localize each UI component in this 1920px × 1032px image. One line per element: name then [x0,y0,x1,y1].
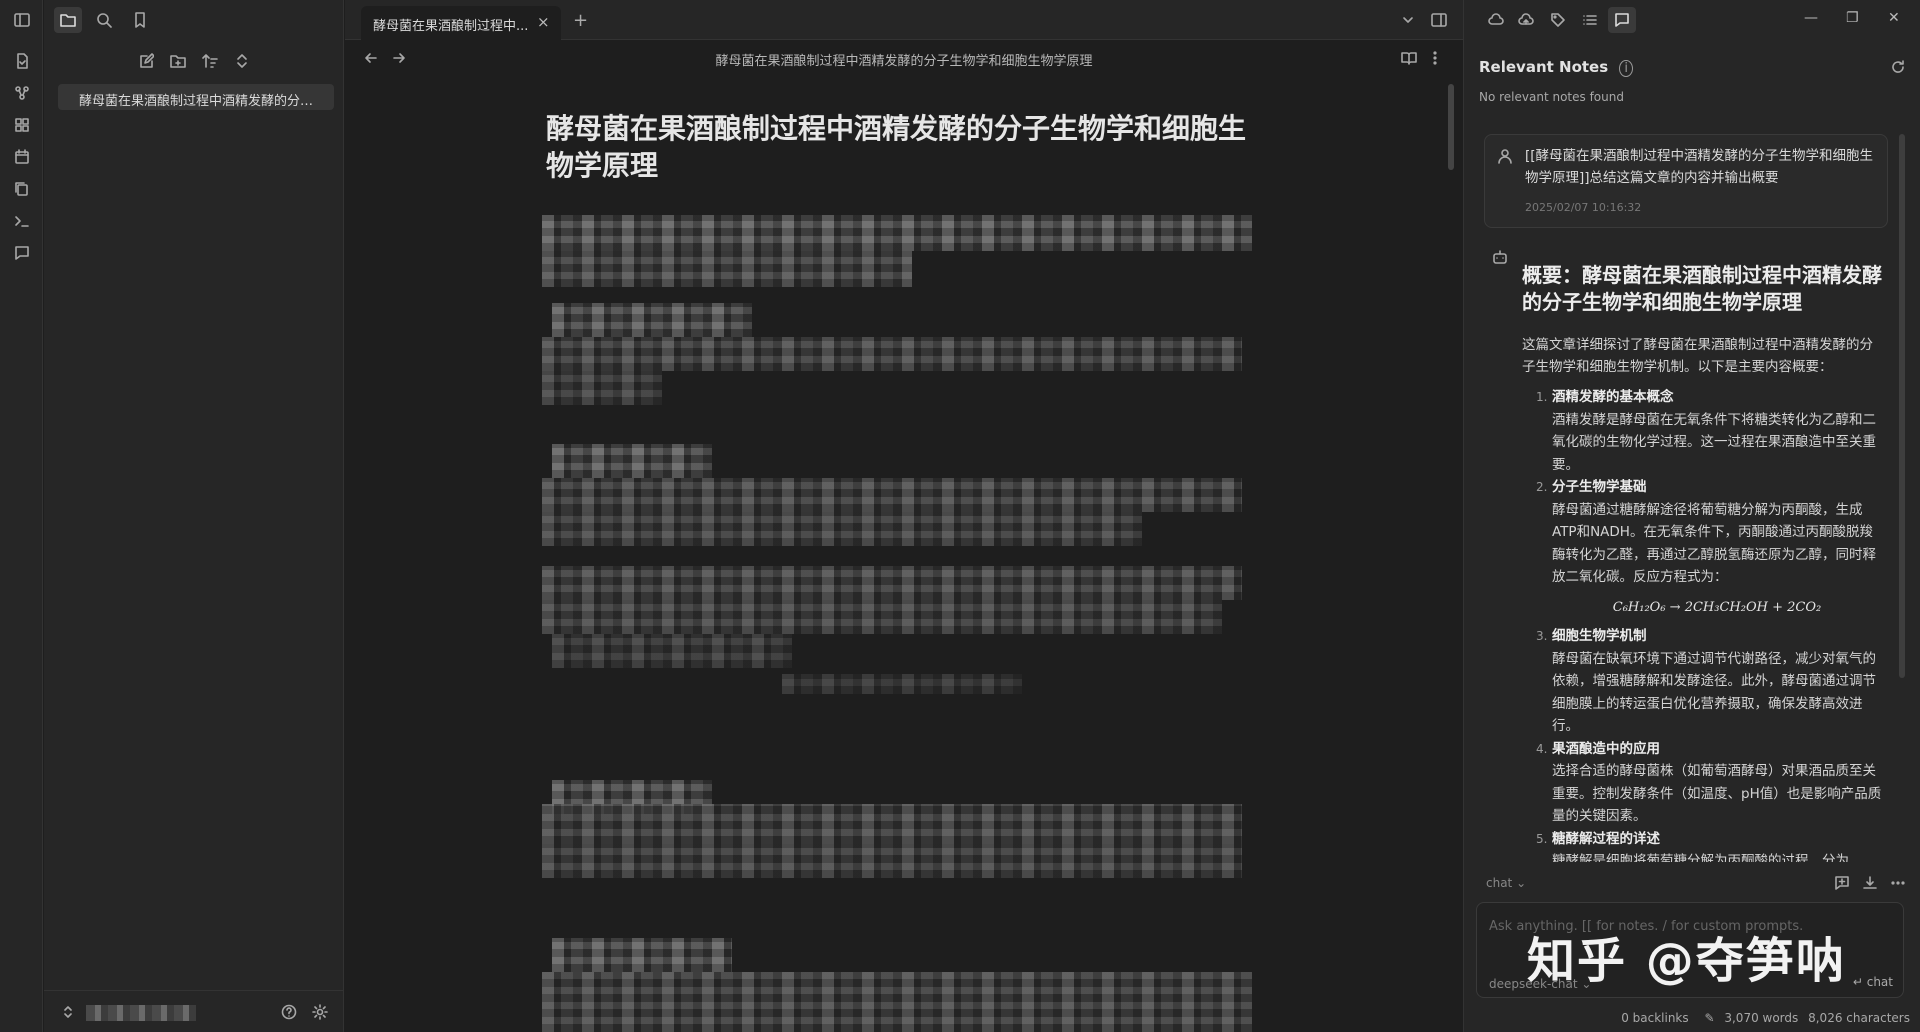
toggle-right-sidebar-icon[interactable] [1425,7,1453,33]
refresh-icon[interactable] [1884,54,1912,80]
list-item-title: 果酒酿造中的应用 [1552,740,1660,757]
more-options-icon[interactable] [1421,45,1449,71]
vault-name[interactable] [86,1005,196,1021]
list-item-text: 酒精发酵是酵母菌在无氧条件下将糖类转化为乙醇和二氧化碳的生物化学过程。这一过程在… [1552,411,1876,473]
relevant-notes-heading: Relevant Notes i [1479,58,1633,77]
chat-icon[interactable] [12,243,32,263]
chat-mode-label: chat [1486,876,1513,890]
left-ribbon [0,0,43,1032]
list-item-title: 分子生物学基础 [1552,479,1647,495]
list-item-text: 酵母菌通过糖酵解途径将葡萄糖分解为丙酮酸，生成ATP和NADH。在无氧条件下，丙… [1552,501,1876,586]
bookmark-icon[interactable] [126,7,154,33]
chat-input-box[interactable]: Ask anything. [[ for notes. / for custom… [1476,902,1904,998]
cloud-upload-icon[interactable] [1512,7,1540,33]
list-number: 2. [1536,480,1548,494]
tab-label: 酵母菌在果酒酿制过程中... [373,19,529,34]
view-title[interactable]: 酵母菌在果酒酿制过程中酒精发酵的分子生物学和细胞生物学原理 [345,50,1463,69]
list-item-text: 糖酵解是细胞将葡萄糖分解为丙酮酸的过程，分为 [1552,853,1849,862]
calendar-icon[interactable] [12,147,32,167]
tab-bar: 酵母菌在果酒酿制过程中... × + [345,0,1463,40]
right-sidebar: — ❐ ✕ Relevant Notes i No relevant notes… [1463,0,1920,1032]
vault-switcher-bar [44,990,344,1032]
editor-pane: 酵母菌在果酒酿制过程中... × + 酵母菌在果酒酿制过程中酒精发酵的分子生物学… [345,0,1463,1032]
document-title[interactable]: 酵母菌在果酒酿制过程中酒精发酵的分子生物学和细胞生物学原理 [546,110,1266,184]
new-tab-icon[interactable]: + [573,10,588,31]
ai-response: 概要：酵母菌在果酒酿制过程中酒精发酵的分子生物学和细胞生物学原理 这篇文章详细探… [1522,262,1882,862]
vault-switch-icon[interactable] [54,999,82,1025]
file-explorer: 酵母菌在果酒酿制过程中酒精发酵的分子... [44,0,344,1032]
list-item-title: 糖酵解过程的详述 [1552,830,1660,847]
collapse-all-icon[interactable] [228,48,256,74]
chat-scrollbar[interactable] [1899,134,1905,678]
tab-list-chevron-icon[interactable] [1394,7,1422,33]
new-folder-icon[interactable] [164,48,192,74]
templates-icon[interactable] [12,179,32,199]
reading-view-book-icon[interactable] [1395,45,1423,71]
view-header: 酵母菌在果酒酿制过程中酒精发酵的分子生物学和细胞生物学原理 [345,44,1463,72]
window-minimize-button[interactable]: — [1804,10,1818,26]
sort-icon[interactable] [196,48,224,74]
editor-scrollbar[interactable] [1448,84,1454,170]
chat-more-icon[interactable] [1884,870,1912,896]
model-label: deepseek-chat [1489,977,1578,991]
copilot-chat-icon[interactable] [1608,7,1636,33]
user-message-card: [[酵母菌在果酒酿制过程中酒精发酵的分子生物学和细胞生物学原理]]总结这篇文章的… [1484,134,1888,228]
list-number: 5. [1536,831,1548,846]
list-item-text: 选择合适的酵母菌株（如葡萄酒酵母）对果酒品质至关重要。控制发酵条件（如温度、pH… [1552,763,1882,824]
chevron-down-icon: ⌄ [1581,977,1592,991]
info-icon[interactable]: i [1619,60,1633,77]
list-item-title: 酒精发酵的基本概念 [1552,389,1674,405]
bot-avatar-icon [1486,244,1514,270]
send-chat-button[interactable]: ↵ chat [1853,975,1893,989]
settings-gear-icon[interactable] [306,999,334,1025]
model-selector[interactable]: deepseek-chat ⌄ [1489,977,1591,991]
list-item: 5. 糖酵解过程的详述 糖酵解是细胞将葡萄糖分解为丙酮酸的过程，分为 [1522,828,1882,863]
list-item: 1. 酒精发酵的基本概念 酒精发酵是酵母菌在无氧条件下将糖类转化为乙醇和二氧化碳… [1522,386,1882,476]
character-count: 8,026 characters [1808,1011,1910,1025]
files-icon[interactable] [54,7,82,33]
terminal-icon[interactable] [12,211,32,231]
status-bar: 0 backlinks ✎ 3,070 words 8,026 characte… [1609,1006,1920,1032]
user-avatar-icon [1491,143,1519,169]
outline-list-icon[interactable] [1576,7,1604,33]
cloud-sync-icon[interactable] [1482,7,1510,33]
file-item[interactable]: 酵母菌在果酒酿制过程中酒精发酵的分子... [58,84,334,110]
user-message-timestamp: 2025/02/07 10:16:32 [1525,201,1642,214]
list-item: 4. 果酒酿造中的应用 选择合适的酵母菌株（如葡萄酒酵母）对果酒品质至关重要。控… [1522,738,1882,828]
window-close-button[interactable]: ✕ [1888,10,1900,26]
ai-response-intro: 这篇文章详细探讨了酵母菌在果酒酿制过程中酒精发酵的分子生物学和细胞生物学机制。以… [1522,337,1873,375]
list-item-title: 细胞生物学机制 [1552,628,1647,644]
help-icon[interactable] [275,999,303,1025]
chat-mode-select[interactable]: chat ⌄ [1486,876,1526,890]
ai-response-title: 概要：酵母菌在果酒酿制过程中酒精发酵的分子生物学和细胞生物学原理 [1522,263,1882,314]
toggle-sidebar-icon[interactable] [8,7,36,33]
chevron-down-icon: ⌄ [1516,876,1527,890]
new-note-icon[interactable] [132,48,160,74]
new-chat-icon[interactable] [1828,870,1856,896]
window-restore-button[interactable]: ❐ [1846,10,1859,26]
search-icon[interactable] [90,7,118,33]
user-message-text: [[酵母菌在果酒酿制过程中酒精发酵的分子生物学和细胞生物学原理]]总结这篇文章的… [1525,148,1874,186]
list-number: 4. [1536,741,1548,756]
list-item: 2. 分子生物学基础 酵母菌通过糖酵解途径将葡萄糖分解为丙酮酸，生成ATP和NA… [1522,476,1882,625]
backlinks-count[interactable]: 0 backlinks [1621,1011,1688,1025]
reaction-formula: C₆H₁₂O₆ → 2CH₃CH₂OH + 2CO₂ [1612,599,1822,615]
open-quick-switcher-icon[interactable] [12,51,32,71]
word-count: 3,070 words [1724,1011,1799,1025]
list-number: 3. [1536,629,1548,643]
list-item: 3. 细胞生物学机制 酵母菌在缺氧环境下通过调节代谢路径，减少对氧气的依赖，增强… [1522,625,1882,738]
list-item-text: 酵母菌在缺氧环境下通过调节代谢路径，减少对氧气的依赖，增强糖酵解和发酵途径。此外… [1552,650,1876,735]
tags-icon[interactable] [1544,7,1572,33]
edit-pencil-icon[interactable]: ✎ [1704,1011,1714,1025]
ai-summary-list: 1. 酒精发酵的基本概念 酒精发酵是酵母菌在无氧条件下将糖类转化为乙醇和二氧化碳… [1522,386,1882,862]
save-chat-download-icon[interactable] [1856,870,1884,896]
tab-close-icon[interactable]: × [537,15,551,30]
relevant-notes-title: Relevant Notes [1479,58,1609,76]
canvas-icon[interactable] [12,115,32,135]
tab-document[interactable]: 酵母菌在果酒酿制过程中... [361,6,561,40]
relevant-notes-empty: No relevant notes found [1479,90,1624,104]
graph-view-icon[interactable] [12,83,32,103]
list-number: 1. [1536,390,1548,404]
chat-toolbar: chat ⌄ [1464,872,1920,896]
